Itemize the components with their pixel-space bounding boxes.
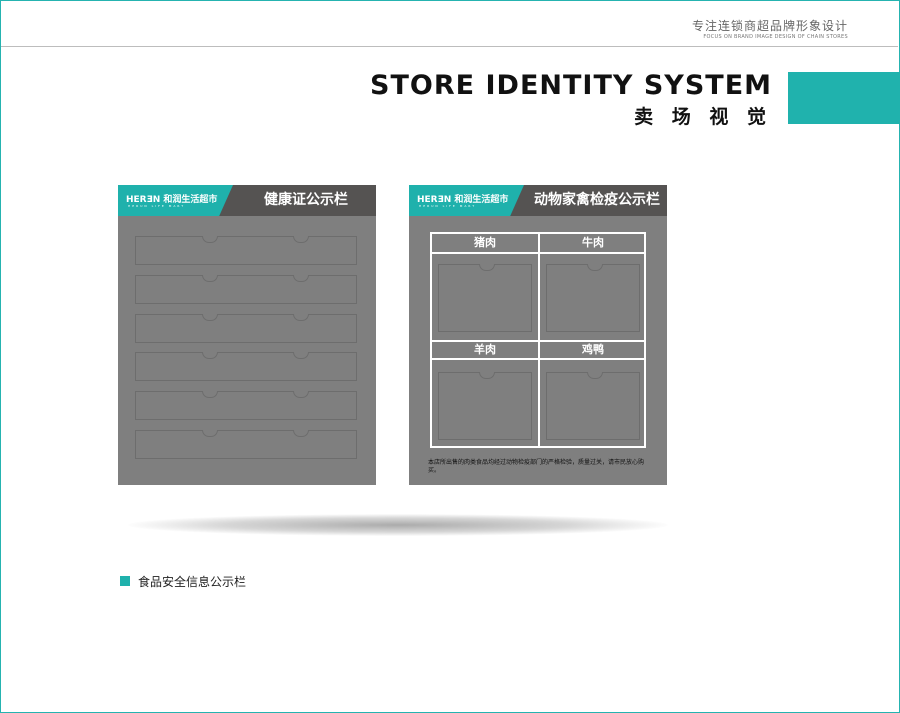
- board-title: 健康证公示栏: [264, 192, 348, 208]
- slot-notch: [293, 236, 309, 243]
- cell-label-beef: 牛肉: [582, 236, 604, 249]
- certificate-holder: [546, 372, 640, 440]
- board-header: HERƎN 和润生活超市 HERUN LIFE MART 健康证公示栏: [118, 185, 376, 216]
- certificate-holder: [438, 372, 532, 440]
- brand-logo-sub: HERUN LIFE MART: [419, 204, 477, 208]
- caption-text: 食品安全信息公示栏: [138, 575, 247, 589]
- slot-notch: [293, 314, 309, 321]
- slot-notch: [293, 352, 309, 359]
- floor-shadow: [128, 514, 668, 536]
- brand-logo-band: HERƎN 和润生活超市 HERUN LIFE MART: [409, 185, 524, 216]
- cell-label-pork: 猪肉: [474, 236, 496, 249]
- slot-notch: [293, 430, 309, 437]
- brand-logo-sub: HERUN LIFE MART: [128, 204, 186, 208]
- board-header: HERƎN 和润生活超市 HERUN LIFE MART 动物家禽检疫公示栏: [409, 185, 667, 216]
- slot-notch: [202, 275, 218, 282]
- cell-label-poultry: 鸡鸭: [582, 343, 604, 356]
- board-footnote: 本店所出售的肉类食品均经过动物检疫部门的严格检验，质量过关，请市民放心购买。: [428, 459, 645, 474]
- certificate-holder: [546, 264, 640, 332]
- holder-notch: [479, 264, 495, 271]
- section-title-en: STORE IDENTITY SYSTEM: [370, 70, 772, 101]
- certificate-holder: [438, 264, 532, 332]
- accent-block: [788, 72, 900, 124]
- slot-notch: [293, 275, 309, 282]
- slot-notch: [202, 352, 218, 359]
- grid-divider: [432, 252, 644, 254]
- header-tagline-cn: 专注连锁商超品牌形象设计: [691, 19, 848, 33]
- header-tagline-en: FOCUS ON BRAND IMAGE DESIGN OF CHAIN STO…: [703, 34, 848, 40]
- certificate-slot: [135, 391, 357, 420]
- quarantine-grid: 猪肉 牛肉 羊肉 鸡鸭: [430, 232, 646, 448]
- slot-notch: [202, 314, 218, 321]
- holder-notch: [587, 372, 603, 379]
- certificate-slot: [135, 352, 357, 381]
- certificate-slot: [135, 430, 357, 459]
- header-divider: [1, 46, 898, 47]
- certificate-slot: [135, 236, 357, 265]
- holder-notch: [479, 372, 495, 379]
- section-title-cn: 卖 场 视 觉: [634, 106, 772, 128]
- slot-notch: [202, 430, 218, 437]
- slot-notch: [202, 391, 218, 398]
- holder-notch: [587, 264, 603, 271]
- slot-notch: [202, 236, 218, 243]
- board-title: 动物家禽检疫公示栏: [534, 192, 660, 208]
- certificate-slot: [135, 314, 357, 343]
- caption-bullet: [120, 576, 130, 586]
- slot-notch: [293, 391, 309, 398]
- brand-logo-band: HERƎN 和润生活超市 HERUN LIFE MART: [118, 185, 233, 216]
- cell-label-mutton: 羊肉: [474, 343, 496, 356]
- certificate-slot: [135, 275, 357, 304]
- quarantine-board: HERƎN 和润生活超市 HERUN LIFE MART 动物家禽检疫公示栏 猪…: [409, 185, 667, 485]
- health-certificate-board: HERƎN 和润生活超市 HERUN LIFE MART 健康证公示栏: [118, 185, 376, 485]
